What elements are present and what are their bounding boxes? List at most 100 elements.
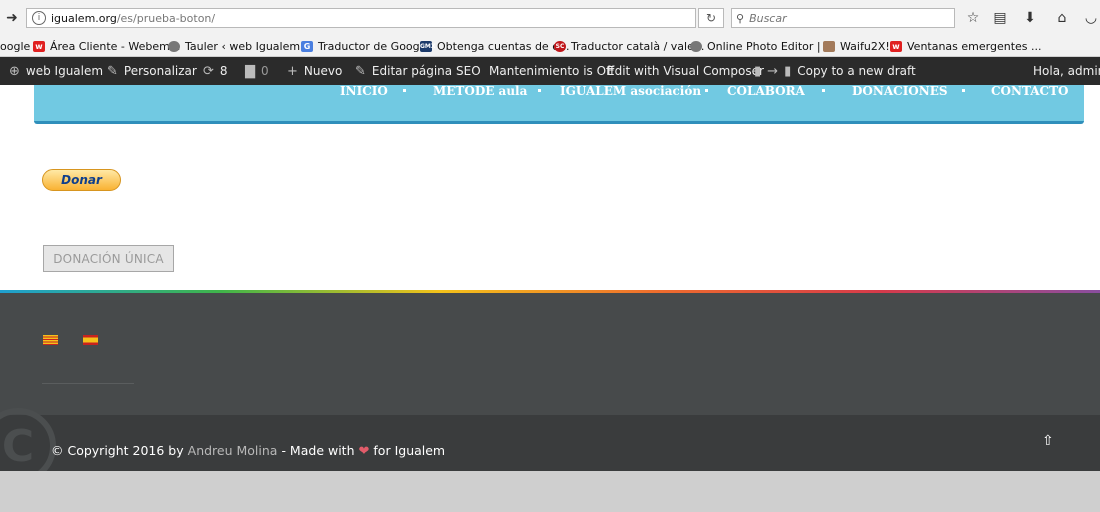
nav-separator	[962, 89, 965, 92]
nav-separator	[538, 89, 541, 92]
admin-visual-composer-link[interactable]: Edit with Visual Composer	[607, 57, 764, 85]
pocket-icon[interactable]: ◡	[1080, 8, 1100, 28]
page-background	[0, 471, 1100, 512]
updates-count: 8	[219, 64, 228, 78]
bookmark-label: Traductor de Google	[318, 40, 430, 53]
nav-inicio[interactable]: INICIO	[340, 85, 388, 97]
dashboard-icon: ⊕	[9, 63, 20, 79]
globe-icon	[168, 41, 180, 52]
bookmark-ventanas[interactable]: w Ventanas emergentes ...	[890, 39, 1042, 54]
comments-count: 0	[261, 64, 269, 78]
download-icon[interactable]: ⬇	[1019, 8, 1041, 28]
comment-icon: ▇	[245, 63, 255, 79]
copyright-prefix: © Copyright 2016 by	[51, 443, 184, 458]
for-igualem-text: for Igualem	[373, 443, 446, 458]
admin-comments-link[interactable]: ▇ 0	[245, 57, 269, 85]
admin-maintenance-label: Mantenimiento is Off	[489, 64, 615, 78]
nav-metode-aula[interactable]: METODE aula	[433, 85, 527, 97]
reload-icon[interactable]: ↻	[698, 8, 724, 28]
nav-separator	[705, 89, 708, 92]
nav-contacto[interactable]: CONTACTO	[991, 85, 1069, 97]
plus-icon: +	[287, 63, 298, 79]
globe-icon	[690, 41, 702, 52]
browser-toolbar: ➜ i igualem.org/es/prueba-boton/ ↻ ⚲ ☆ ▤…	[0, 0, 1100, 36]
gmx-icon: GMX	[420, 41, 436, 52]
search-icon: ⚲	[736, 11, 745, 25]
bookmark-label: Waifu2X!	[840, 40, 890, 53]
site-navigation: INICIO METODE aula IGUALEM asociación CO…	[34, 85, 1084, 124]
webempresa-icon: w	[890, 41, 902, 52]
admin-customize-label: Personalizar	[123, 64, 197, 78]
document-icon: ▮	[784, 63, 792, 79]
waifu-icon	[823, 41, 835, 52]
home-icon[interactable]: ⌂	[1051, 8, 1073, 28]
bookmark-label: Obtenga cuentas de e...	[437, 40, 570, 53]
bookmark-label: Tauler ‹ web Igualem ...	[185, 40, 315, 53]
bookmarks-bar: oogle w Área Cliente - Webem... Tauler ‹ …	[0, 36, 1100, 57]
translate-icon: G	[301, 41, 313, 52]
bookmark-label: Traductor català / vale...	[571, 40, 705, 53]
nav-igualem-asociacion[interactable]: IGUALEM asociación	[560, 85, 701, 97]
nav-donaciones[interactable]: DONACIONES	[852, 85, 948, 97]
search-box[interactable]: ⚲	[731, 8, 955, 28]
admin-vc-label: Edit with Visual Composer	[607, 64, 764, 78]
admin-copy-draft-link[interactable]: ▮ → ▮ Copy to a new draft	[754, 57, 916, 85]
heart-icon: ❤	[358, 444, 370, 459]
spanish-flag-icon[interactable]	[83, 335, 98, 345]
nav-separator	[403, 89, 406, 92]
catalan-flag-icon[interactable]	[43, 335, 58, 345]
bookmark-label: Ventanas emergentes ...	[907, 40, 1042, 53]
nav-separator	[822, 89, 825, 92]
bookmark-star-icon[interactable]: ☆	[962, 8, 984, 28]
footer-widgets	[0, 293, 1100, 415]
made-with-text: - Made with	[281, 443, 355, 458]
admin-maintenance-link[interactable]: Mantenimiento is Off	[489, 57, 614, 85]
updates-icon: ⟳	[203, 63, 214, 79]
bookmark-google[interactable]: oogle	[0, 39, 30, 54]
address-bar[interactable]: i igualem.org/es/prueba-boton/	[26, 8, 696, 28]
admin-greeting: Hola, admin	[1033, 64, 1100, 78]
reading-list-icon[interactable]: ▤	[989, 8, 1011, 28]
url-path: /es/prueba-boton/	[116, 11, 216, 25]
author-link[interactable]: Andreu Molina	[188, 443, 278, 458]
copyright-text: © Copyright 2016 by Andreu Molina - Made…	[51, 443, 445, 459]
scroll-top-arrow-icon[interactable]: ⇧	[1042, 433, 1054, 449]
search-input[interactable]	[749, 11, 945, 25]
admin-edit-label: Editar página	[371, 64, 453, 78]
admin-seo-link[interactable]: SEO	[456, 57, 481, 85]
webempresa-icon: w	[33, 41, 45, 52]
admin-account-link[interactable]: Hola, admin	[1033, 57, 1100, 85]
bookmark-softcatala[interactable]: SC Traductor català / vale...	[554, 39, 704, 54]
bookmark-label: Online Photo Editor | ...	[707, 40, 835, 53]
admin-site-label: web Igualem	[25, 64, 104, 78]
bookmark-webempresa[interactable]: w Área Cliente - Webem...	[33, 39, 180, 54]
single-donation-button[interactable]: DONACIÓN ÚNICA	[43, 245, 174, 272]
info-icon[interactable]: i	[32, 11, 46, 25]
forward-arrow-icon[interactable]: ➜	[0, 8, 24, 28]
bookmark-tauler[interactable]: Tauler ‹ web Igualem ...	[168, 39, 314, 54]
arrow-right-icon: →	[767, 63, 779, 79]
admin-copy-label: Copy to a new draft	[797, 64, 916, 78]
admin-seo-label: SEO	[456, 64, 481, 78]
url-host: igualem.org	[51, 11, 117, 25]
document-icon: ▮	[754, 63, 762, 79]
bookmark-label: Área Cliente - Webem...	[50, 40, 181, 53]
admin-edit-page-link[interactable]: ✎ Editar página	[355, 57, 452, 85]
bookmark-label: oogle	[0, 40, 31, 53]
bookmark-photo-editor[interactable]: Online Photo Editor | ...	[690, 39, 835, 54]
bookmark-translate[interactable]: G Traductor de Google	[301, 39, 429, 54]
wp-admin-bar: ⊕ web Igualem ✎ Personalizar ⟳ 8 ▇ 0 + Nuevo …	[0, 57, 1100, 85]
bookmark-waifu2x[interactable]: Waifu2X!	[823, 39, 890, 54]
admin-customize-link[interactable]: ✎ Personalizar	[107, 57, 197, 85]
pencil-icon: ✎	[355, 63, 366, 79]
brush-icon: ✎	[107, 63, 118, 79]
admin-new-label: Nuevo	[303, 64, 343, 78]
softcatala-icon: SC	[554, 41, 566, 52]
admin-new-link[interactable]: + Nuevo	[287, 57, 342, 85]
nav-colabora[interactable]: COLABORA	[727, 85, 805, 97]
paypal-donate-button[interactable]: Donar	[42, 169, 121, 191]
bookmark-gmx[interactable]: GMX Obtenga cuentas de e...	[420, 39, 569, 54]
admin-site-link[interactable]: ⊕ web Igualem	[9, 57, 103, 85]
footer-divider	[42, 383, 134, 384]
admin-updates-link[interactable]: ⟳ 8	[203, 57, 228, 85]
